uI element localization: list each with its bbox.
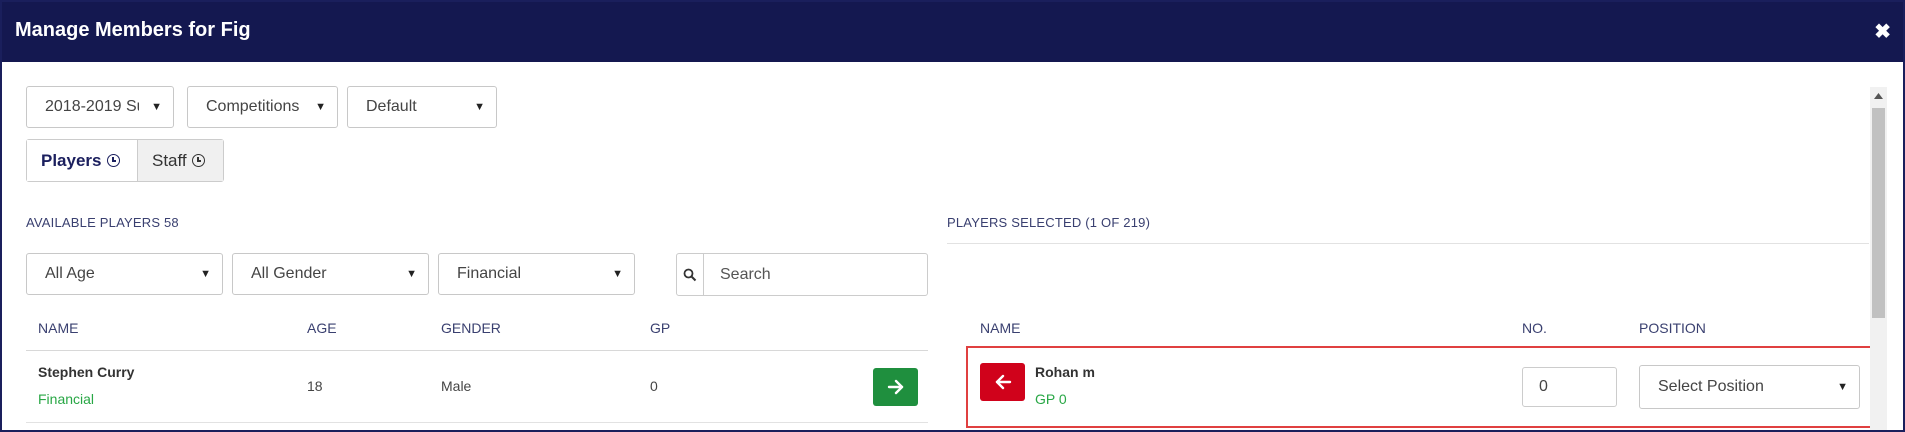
status-filter-value: Financial bbox=[457, 265, 522, 282]
col-gp: GP bbox=[650, 320, 671, 336]
arrow-right-icon bbox=[887, 379, 903, 395]
selected-player-gp: GP 0 bbox=[1035, 391, 1067, 407]
selected-col-number: NO. bbox=[1522, 320, 1547, 336]
col-name: NAME bbox=[38, 320, 79, 336]
selected-col-name: NAME bbox=[980, 320, 1021, 336]
template-select[interactable]: Default ▼ bbox=[347, 86, 497, 128]
age-filter-value: All Age bbox=[45, 265, 95, 282]
player-search bbox=[676, 253, 928, 296]
vertical-scrollbar[interactable] bbox=[1870, 87, 1887, 430]
remove-player-button[interactable] bbox=[980, 363, 1025, 401]
caret-down-icon: ▼ bbox=[200, 268, 211, 280]
add-player-button[interactable] bbox=[873, 368, 918, 406]
caret-down-icon: ▼ bbox=[151, 101, 162, 113]
close-icon[interactable]: ✖ bbox=[1874, 19, 1891, 44]
caret-down-icon: ▼ bbox=[1837, 381, 1848, 393]
available-players-heading: AVAILABLE PLAYERS 58 bbox=[26, 215, 179, 230]
caret-down-icon: ▼ bbox=[406, 268, 417, 280]
gender-filter-value: All Gender bbox=[251, 265, 327, 282]
player-age: 18 bbox=[307, 378, 323, 394]
caret-down-icon: ▼ bbox=[315, 101, 326, 113]
selected-col-position: POSITION bbox=[1639, 320, 1706, 336]
tab-players[interactable]: Players bbox=[27, 140, 137, 181]
arrow-left-icon bbox=[995, 374, 1011, 390]
divider bbox=[26, 350, 928, 351]
position-select[interactable]: Select Position ▼ bbox=[1639, 365, 1860, 409]
player-number-input[interactable] bbox=[1522, 367, 1617, 407]
manage-members-dialog: Manage Members for Fig ✖ 2018-2019 Su ▼ … bbox=[0, 0, 1905, 432]
col-age: AGE bbox=[307, 320, 337, 336]
dialog-title: Manage Members for Fig bbox=[15, 19, 251, 41]
clock-icon bbox=[106, 154, 120, 167]
competition-select[interactable]: Competitions ▼ bbox=[187, 86, 338, 128]
age-filter-select[interactable]: All Age ▼ bbox=[26, 253, 223, 295]
competition-select-value: Competitions bbox=[206, 98, 300, 115]
tab-players-label: Players bbox=[41, 151, 102, 170]
template-select-value: Default bbox=[366, 98, 417, 115]
tab-staff-label: Staff bbox=[152, 151, 187, 170]
player-status: Financial bbox=[38, 391, 95, 407]
col-gender: GENDER bbox=[441, 320, 501, 336]
member-type-tabs: Players Staff bbox=[26, 139, 224, 182]
season-select-value: 2018-2019 Su bbox=[45, 98, 139, 115]
clock-icon bbox=[191, 154, 205, 167]
dialog-header: Manage Members for Fig ✖ bbox=[2, 2, 1903, 62]
player-gp: 0 bbox=[650, 378, 658, 394]
caret-down-icon: ▼ bbox=[612, 268, 623, 280]
season-select[interactable]: 2018-2019 Su ▼ bbox=[26, 86, 174, 128]
tab-staff[interactable]: Staff bbox=[137, 140, 223, 181]
divider bbox=[947, 243, 1869, 244]
scrollbar-thumb[interactable] bbox=[1872, 108, 1885, 318]
scroll-up-icon[interactable] bbox=[1870, 89, 1887, 103]
divider bbox=[26, 422, 928, 423]
player-gender: Male bbox=[441, 378, 472, 394]
status-filter-select[interactable]: Financial ▼ bbox=[438, 253, 635, 295]
selected-player-name: Rohan m bbox=[1035, 364, 1095, 380]
gender-filter-select[interactable]: All Gender ▼ bbox=[232, 253, 429, 295]
position-select-value: Select Position bbox=[1658, 378, 1764, 395]
players-selected-heading: PLAYERS SELECTED (1 OF 219) bbox=[947, 215, 1151, 230]
search-input[interactable] bbox=[704, 254, 927, 295]
search-icon[interactable] bbox=[677, 254, 704, 295]
caret-down-icon: ▼ bbox=[474, 101, 485, 113]
player-name: Stephen Curry bbox=[38, 364, 135, 380]
